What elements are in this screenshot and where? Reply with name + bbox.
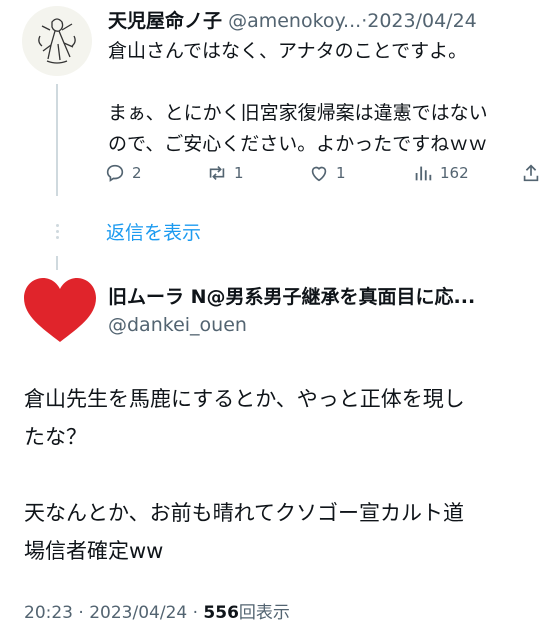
- avatar-amenokoy[interactable]: [22, 6, 92, 76]
- tweet1-author-handle[interactable]: @amenokoy...: [228, 10, 361, 32]
- like-count: 1: [336, 164, 346, 182]
- tweet2-meta: 20:23 · 2023/04/24 · 556回表示: [24, 598, 290, 623]
- show-replies-link[interactable]: 返信を表示: [106, 218, 201, 245]
- tweet2-time[interactable]: 20:23: [24, 603, 73, 623]
- tweet2-views-label: 回表示: [238, 603, 290, 623]
- like-icon: [311, 166, 327, 182]
- retweet-count: 1: [234, 164, 244, 182]
- tweet1-line: ので、ご安心ください。よかったですねｗｗ: [108, 133, 488, 155]
- share-icon: [523, 164, 539, 182]
- tweet2-views-count: 556: [203, 603, 239, 623]
- tweet2-line: たな？: [24, 425, 87, 449]
- tweet2-date[interactable]: 2023/04/24: [89, 603, 187, 623]
- avatar-dankei-ouen[interactable]: [22, 276, 98, 346]
- tweet1-line: まぁ、とにかく旧宮家復帰案は違憲ではない: [108, 102, 488, 124]
- tweet2-line: 天なんとか、お前も晴れてクソゴー宣カルト道: [24, 501, 464, 525]
- like-button[interactable]: 1: [308, 160, 346, 186]
- tweet2-line: 場信者確定ww: [24, 539, 164, 563]
- tweet1-header: 天児屋命ノ子 @amenokoy...·2023/04/24: [108, 6, 477, 33]
- avatar-illustration: [38, 18, 76, 64]
- tweet1-action-bar: 2 1 1 162: [100, 160, 550, 186]
- reply-count: 2: [132, 164, 142, 182]
- tweet2-author-name[interactable]: 旧ムーラ N@男系男子継承を真面目に応...: [108, 282, 475, 309]
- tweet1-text: 倉山さんではなく、アナタのことですよ。 まぁ、とにかく旧宮家復帰案は違憲ではない…: [108, 36, 538, 160]
- retweet-icon: [209, 165, 225, 181]
- reply-icon: [106, 164, 124, 182]
- tweet2-author-handle[interactable]: @dankei_ouen: [108, 314, 247, 336]
- views-icon: [415, 166, 432, 181]
- heart-avatar-icon: [24, 278, 96, 342]
- views-count: 162: [440, 164, 469, 182]
- thread-dots: [50, 221, 64, 245]
- tweet1-author-name[interactable]: 天児屋命ノ子: [108, 10, 222, 32]
- reply-button[interactable]: 2: [104, 160, 142, 186]
- tweet2-separator: ·: [192, 603, 199, 623]
- tweet1-date[interactable]: 2023/04/24: [367, 10, 477, 32]
- tweet2-separator: ·: [78, 603, 84, 623]
- thread-line-lower: [56, 256, 58, 270]
- tweet2-line: 倉山先生を馬鹿にするとか、やっと正体を現し: [24, 387, 465, 411]
- tweet1-line: 倉山さんではなく、アナタのことですよ。: [108, 40, 468, 62]
- tweet2-text: 倉山先生を馬鹿にするとか、やっと正体を現し たな？ 天なんとか、お前も晴れてクソ…: [24, 380, 544, 570]
- thread-line: [56, 84, 58, 196]
- views-button[interactable]: 162: [412, 160, 469, 186]
- share-button[interactable]: [520, 160, 542, 186]
- retweet-button[interactable]: 1: [206, 160, 244, 186]
